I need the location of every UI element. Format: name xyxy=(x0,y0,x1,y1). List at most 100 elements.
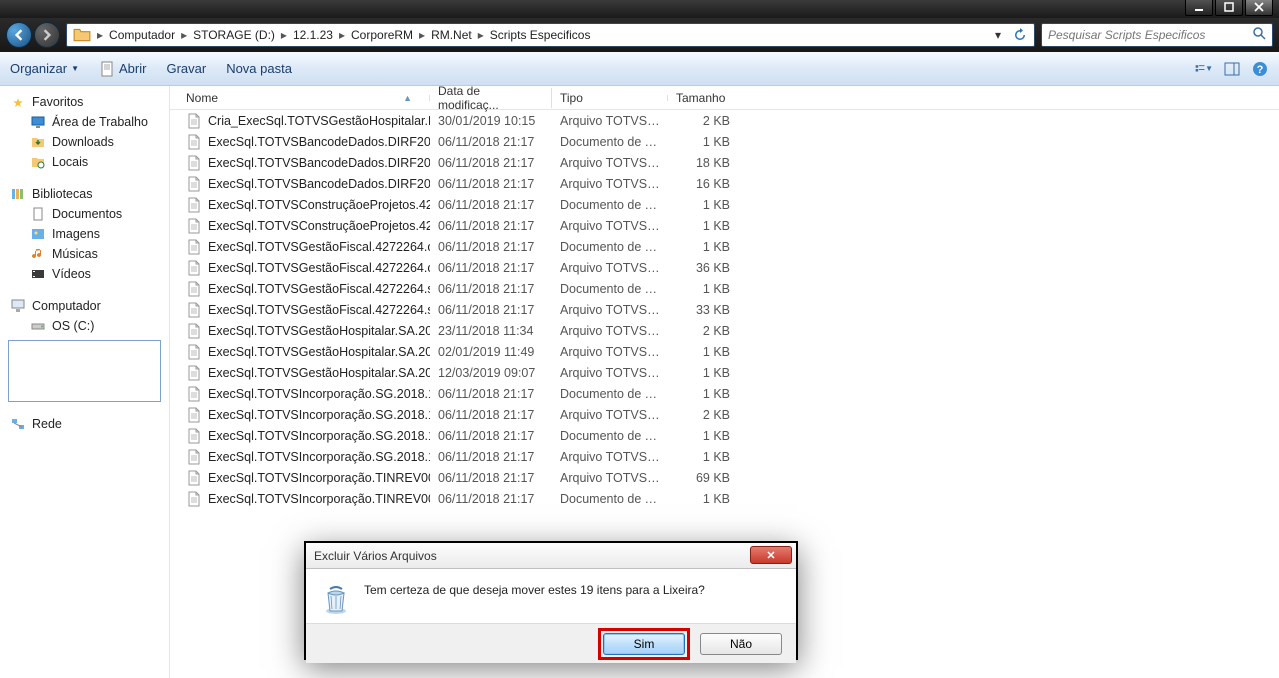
music-icon xyxy=(30,246,46,262)
file-row[interactable]: ExecSql.TOTVSIncorporação.TINREV001-...0… xyxy=(170,467,1279,488)
breadcrumb[interactable]: STORAGE (D:) xyxy=(189,28,279,42)
file-row[interactable]: ExecSql.TOTVSIncorporação.SG.2018.10_...… xyxy=(170,446,1279,467)
dialog-message: Tem certeza de que deseja mover estes 19… xyxy=(364,583,705,615)
search-icon xyxy=(1252,26,1266,45)
maximize-button[interactable] xyxy=(1215,0,1243,16)
close-button[interactable] xyxy=(1245,0,1273,16)
file-icon xyxy=(186,407,202,423)
videos-icon xyxy=(30,266,46,282)
file-row[interactable]: ExecSql.TOTVSGestãoFiscal.4272264.sql.L.… xyxy=(170,278,1279,299)
breadcrumb[interactable]: RM.Net xyxy=(427,28,476,42)
file-row[interactable]: ExecSql.TOTVSGestãoHospitalar.SA.2019...… xyxy=(170,362,1279,383)
file-row[interactable]: ExecSql.TOTVSConstruçãoeProjetos.4278...… xyxy=(170,194,1279,215)
file-icon xyxy=(186,449,202,465)
file-icon xyxy=(186,302,202,318)
sidebar-item-videos[interactable]: Vídeos xyxy=(0,264,169,284)
dialog-title: Excluir Vários Arquivos xyxy=(314,549,437,563)
col-name[interactable]: Nome▲ xyxy=(178,91,430,105)
network-icon xyxy=(10,416,26,432)
breadcrumb[interactable]: CorporeRM xyxy=(347,28,417,42)
open-button[interactable]: Abrir xyxy=(99,61,146,77)
address-dropdown-button[interactable]: ▾ xyxy=(988,25,1008,45)
file-icon xyxy=(186,428,202,444)
sidebar-favorites[interactable]: ★Favoritos xyxy=(0,92,169,112)
documents-icon xyxy=(30,206,46,222)
file-icon xyxy=(186,176,202,192)
sidebar-item-documents[interactable]: Documentos xyxy=(0,204,169,224)
file-row[interactable]: ExecSql.TOTVSBancodeDados.DIRF2017_...06… xyxy=(170,152,1279,173)
search-box[interactable] xyxy=(1041,23,1273,47)
sidebar-item-recent[interactable]: Locais xyxy=(0,152,169,172)
breadcrumb[interactable]: Computador xyxy=(105,28,179,42)
file-icon xyxy=(186,386,202,402)
file-row[interactable]: ExecSql.TOTVSIncorporação.SG.2018.10_...… xyxy=(170,404,1279,425)
address-bar[interactable]: ▸ Computador▸ STORAGE (D:)▸ 12.1.23▸ Cor… xyxy=(66,23,1035,47)
document-icon xyxy=(99,61,115,77)
toolbar: Organizar▼ Abrir Gravar Nova pasta ▼ ? xyxy=(0,52,1279,86)
file-row[interactable]: ExecSql.TOTVSGestãoHospitalar.SA.2018...… xyxy=(170,320,1279,341)
col-type[interactable]: Tipo xyxy=(552,91,668,105)
burn-button[interactable]: Gravar xyxy=(166,61,206,76)
dialog-titlebar[interactable]: Excluir Vários Arquivos ✕ xyxy=(306,543,796,569)
breadcrumb[interactable]: Scripts Especificos xyxy=(486,28,595,42)
file-row[interactable]: ExecSql.TOTVSIncorporação.SG.2018.10_...… xyxy=(170,425,1279,446)
recycle-bin-icon xyxy=(320,583,352,615)
sidebar-selected-drive[interactable] xyxy=(8,340,161,402)
pictures-icon xyxy=(30,226,46,242)
sidebar-libraries[interactable]: Bibliotecas xyxy=(0,184,169,204)
file-row[interactable]: ExecSql.TOTVSBancodeDados.DIRF2017.L...0… xyxy=(170,131,1279,152)
sidebar-item-pictures[interactable]: Imagens xyxy=(0,224,169,244)
preview-pane-button[interactable] xyxy=(1223,60,1241,78)
file-row[interactable]: ExecSql.TOTVSBancodeDados.DIRF2017_...06… xyxy=(170,173,1279,194)
file-icon xyxy=(186,260,202,276)
nav-back-button[interactable] xyxy=(6,22,32,48)
dialog-close-button[interactable]: ✕ xyxy=(750,546,792,564)
sidebar-computer[interactable]: Computador xyxy=(0,296,169,316)
file-row[interactable]: ExecSql.TOTVSIncorporação.TINREV001-...0… xyxy=(170,488,1279,509)
column-headers[interactable]: Nome▲ Data de modificaç... Tipo Tamanho xyxy=(170,86,1279,110)
file-row[interactable]: ExecSql.TOTVSIncorporação.SG.2018.10_...… xyxy=(170,383,1279,404)
sidebar-item-desktop[interactable]: Área de Trabalho xyxy=(0,112,169,132)
yes-button[interactable]: Sim xyxy=(603,633,685,655)
svg-text:?: ? xyxy=(1257,64,1264,76)
file-icon xyxy=(186,281,202,297)
file-icon xyxy=(186,470,202,486)
col-date[interactable]: Data de modificaç... xyxy=(430,84,552,112)
help-button[interactable]: ? xyxy=(1251,60,1269,78)
view-options-button[interactable]: ▼ xyxy=(1195,60,1213,78)
breadcrumb[interactable]: 12.1.23 xyxy=(289,28,337,42)
computer-icon xyxy=(10,298,26,314)
file-row[interactable]: ExecSql.TOTVSGestãoHospitalar.SA.2018...… xyxy=(170,341,1279,362)
file-icon xyxy=(186,344,202,360)
nav-forward-button[interactable] xyxy=(34,22,60,48)
sidebar-item-osdrive[interactable]: OS (C:) xyxy=(0,316,169,336)
search-input[interactable] xyxy=(1048,28,1252,42)
drive-icon xyxy=(30,318,46,334)
recent-icon xyxy=(30,154,46,170)
nav-bar: ▸ Computador▸ STORAGE (D:)▸ 12.1.23▸ Cor… xyxy=(0,18,1279,52)
file-row[interactable]: ExecSql.TOTVSGestãoFiscal.4272264.ora.s.… xyxy=(170,257,1279,278)
file-row[interactable]: ExecSql.TOTVSConstruçãoeProjetos.4278...… xyxy=(170,215,1279,236)
sidebar-item-music[interactable]: Músicas xyxy=(0,244,169,264)
highlight-annotation: Sim xyxy=(598,628,690,660)
file-row[interactable]: ExecSql.TOTVSGestãoFiscal.4272264.sql.T.… xyxy=(170,299,1279,320)
file-icon xyxy=(186,365,202,381)
delete-dialog: Excluir Vários Arquivos ✕ Tem certeza de… xyxy=(304,541,798,660)
library-icon xyxy=(10,186,26,202)
col-size[interactable]: Tamanho xyxy=(668,91,738,105)
sidebar-item-downloads[interactable]: Downloads xyxy=(0,132,169,152)
no-button[interactable]: Não xyxy=(700,633,782,655)
file-icon xyxy=(186,155,202,171)
refresh-button[interactable] xyxy=(1010,25,1030,45)
folder-icon xyxy=(73,26,91,44)
file-icon xyxy=(186,134,202,150)
file-row[interactable]: Cria_ExecSql.TOTVSGestãoHospitalar.DS...… xyxy=(170,110,1279,131)
organize-button[interactable]: Organizar▼ xyxy=(10,61,79,76)
minimize-button[interactable] xyxy=(1185,0,1213,16)
sidebar-network[interactable]: Rede xyxy=(0,414,169,434)
titlebar[interactable] xyxy=(0,0,1279,18)
new-folder-button[interactable]: Nova pasta xyxy=(226,61,292,76)
file-row[interactable]: ExecSql.TOTVSGestãoFiscal.4272264.ora...… xyxy=(170,236,1279,257)
file-icon xyxy=(186,197,202,213)
file-icon xyxy=(186,113,202,129)
